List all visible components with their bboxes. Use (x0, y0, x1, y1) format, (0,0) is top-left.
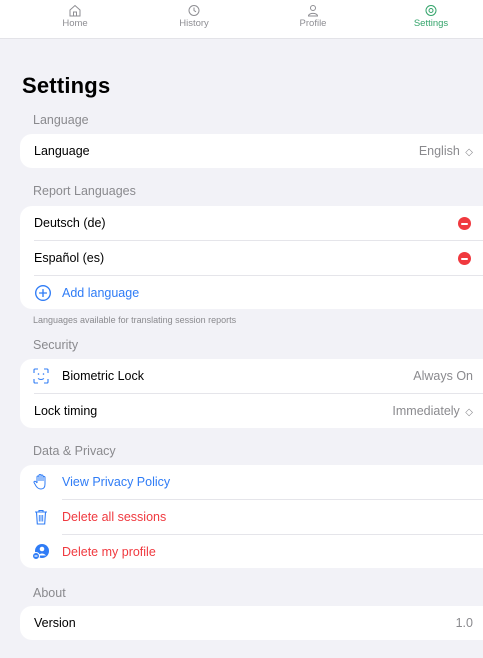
clock-icon (188, 5, 200, 16)
view-privacy-policy-row[interactable]: View Privacy Policy (20, 465, 483, 499)
security-card: Biometric Lock Always On Lock timing Imm… (20, 359, 483, 428)
language-value: English (418, 144, 460, 158)
section-header-about: About (33, 586, 66, 600)
lock-timing-label: Lock timing (34, 404, 98, 418)
gear-icon (425, 5, 437, 16)
section-header-report-languages: Report Languages (33, 184, 136, 198)
tab-history-label: History (179, 18, 209, 29)
tab-home-label: Home (62, 18, 88, 29)
lock-timing-row[interactable]: Lock timing Immediately ◇ (20, 394, 483, 428)
language-row[interactable]: Language English ◇ (20, 134, 483, 168)
section-header-security: Security (33, 338, 79, 352)
about-card: Version 1.0 (20, 606, 483, 640)
tab-bar: Home History Profile Settings (0, 0, 483, 39)
report-language-row[interactable]: Deutsch (de) (20, 206, 483, 240)
chevron-updown-icon: ◇ (465, 407, 473, 418)
hand-raised-icon (33, 473, 46, 490)
section-header-data-privacy: Data & Privacy (33, 444, 116, 458)
language-card: Language English ◇ (20, 134, 483, 168)
tab-settings[interactable]: Settings (386, 4, 476, 29)
language-picker[interactable]: English ◇ (419, 144, 473, 158)
version-row: Version 1.0 (20, 606, 483, 640)
version-label: Version (34, 616, 76, 630)
lock-timing-value: Immediately (392, 404, 460, 418)
plus-circle-icon (35, 285, 51, 301)
report-languages-footer: Languages available for translating sess… (33, 315, 237, 325)
person-icon (307, 5, 319, 17)
tab-profile-label: Profile (299, 18, 327, 29)
tab-history[interactable]: History (149, 4, 239, 29)
version-value: 1.0 (455, 616, 473, 630)
report-language-row[interactable]: Español (es) (20, 241, 483, 275)
delete-my-profile-row[interactable]: Delete my profile (20, 535, 483, 569)
delete-all-sessions-label: Delete all sessions (62, 510, 167, 524)
chevron-updown-icon: ◇ (465, 147, 473, 158)
remove-language-icon[interactable] (458, 252, 471, 265)
report-language-label: Deutsch (de) (34, 216, 106, 230)
delete-my-profile-label: Delete my profile (62, 545, 156, 559)
tab-profile[interactable]: Profile (268, 4, 358, 29)
biometric-lock-label: Biometric Lock (62, 369, 144, 383)
add-language-button[interactable]: Add language (20, 276, 483, 310)
report-languages-card: Deutsch (de) Español (es) Add language (20, 206, 483, 309)
page-title: Settings (22, 73, 111, 98)
section-header-language: Language (33, 113, 89, 127)
biometric-lock-value: Always On (413, 369, 473, 383)
language-row-label: Language (34, 144, 90, 158)
house-icon (69, 4, 81, 17)
add-language-label: Add language (62, 286, 140, 300)
lock-timing-picker[interactable]: Immediately ◇ (392, 404, 473, 418)
trash-icon (35, 509, 47, 525)
view-privacy-policy-label: View Privacy Policy (62, 475, 171, 489)
person-remove-icon (32, 544, 49, 560)
privacy-card: View Privacy Policy Delete all sessions … (20, 465, 483, 568)
delete-all-sessions-row[interactable]: Delete all sessions (20, 500, 483, 534)
tab-home[interactable]: Home (30, 4, 120, 29)
biometric-lock-row[interactable]: Biometric Lock Always On (20, 359, 483, 393)
remove-language-icon[interactable] (458, 217, 471, 230)
report-language-label: Español (es) (34, 251, 105, 265)
tab-settings-label: Settings (413, 18, 449, 29)
face-id-icon (33, 368, 49, 384)
